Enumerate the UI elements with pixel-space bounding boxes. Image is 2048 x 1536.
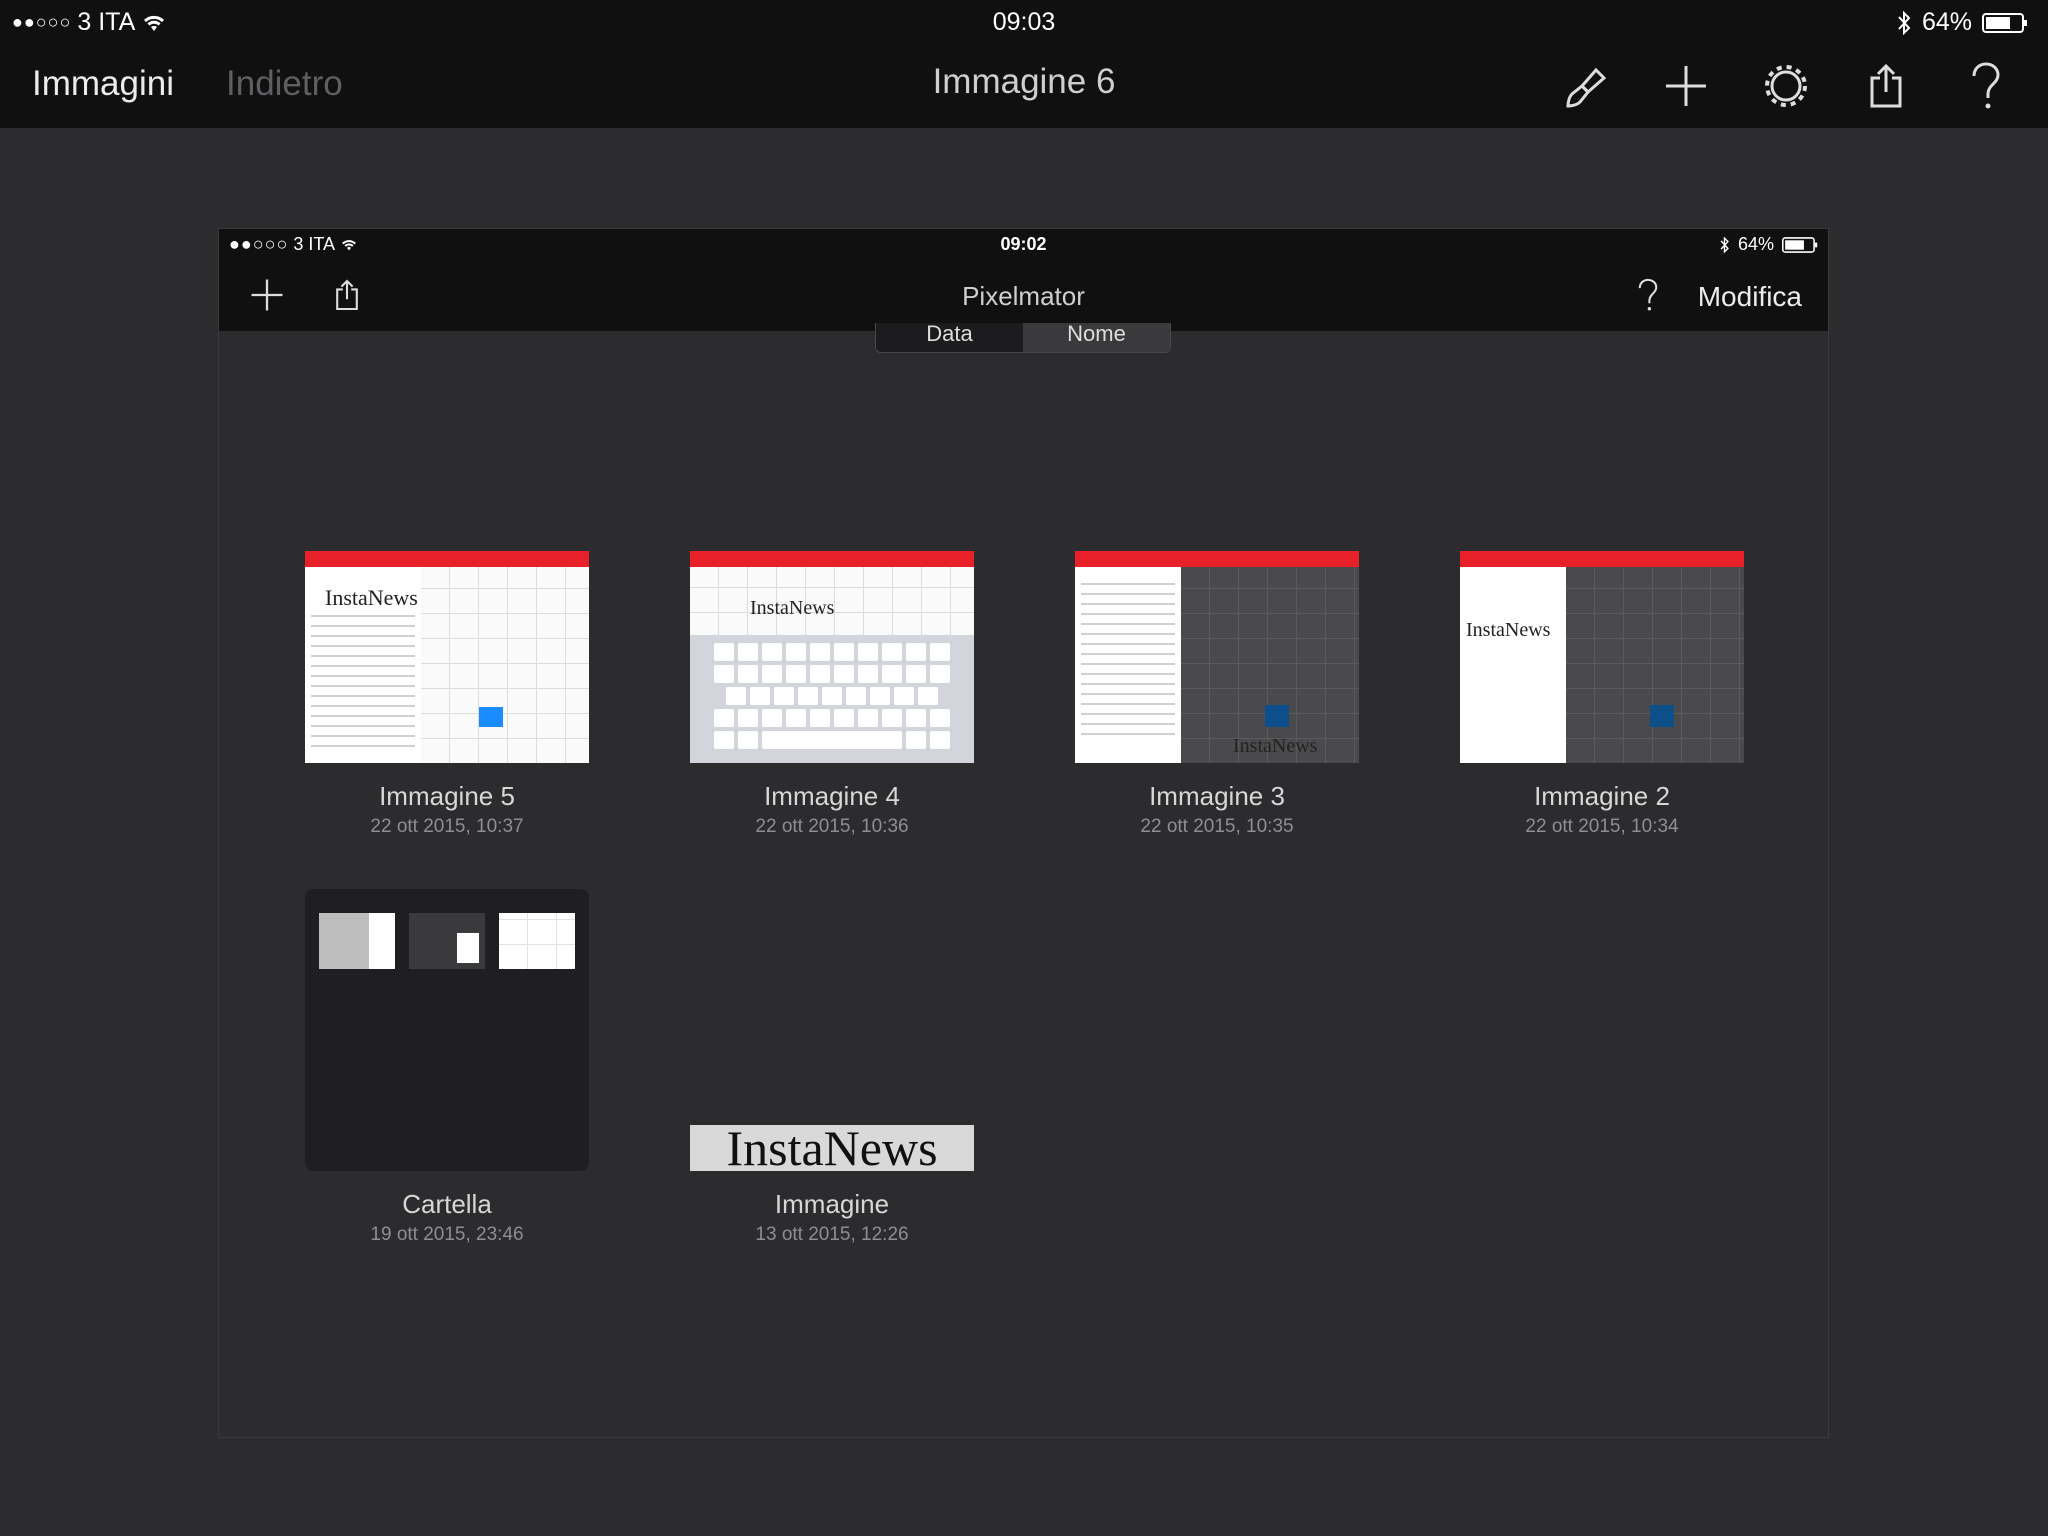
canvas-battery-icon [1782,236,1818,253]
share-icon [1870,63,1902,108]
folder-preview [409,913,485,969]
canvas-nav-bar: Pixelmator Modifica [219,259,1828,331]
image-canvas[interactable]: ●●○○○ 3 ITA 09:02 64% Pixelmator Modific… [218,228,1829,1438]
thumb-list [1460,567,1566,763]
item-name: Immagine 3 [1149,781,1285,811]
folder-thumbnail [305,889,589,1171]
folder-preview [499,913,575,969]
thumb-calendar [1566,567,1744,763]
share-button[interactable] [1858,58,1914,114]
item-date: 13 ott 2015, 12:26 [755,1224,909,1245]
item-date: 19 ott 2015, 23:46 [370,1224,524,1245]
gallery-item: InstaNews Immagine 4 22 ott 2015, 10:36 [690,551,974,838]
thumb-keyboard [690,635,974,763]
gallery-item: InstaNews Immagine 5 22 ott 2015, 10:37 [305,551,589,838]
canvas-title: Pixelmator [962,281,1085,311]
canvas-status-bar: ●●○○○ 3 ITA 09:02 64% [219,229,1828,259]
item-name: Immagine 4 [764,781,900,811]
bluetooth-icon [1898,10,1911,35]
thumbnail: InstaNews [305,551,589,763]
thumb-logo: InstaNews [325,585,418,610]
gallery-item: InstaNews Immagine 2 22 ott 2015, 10:34 [1460,551,1744,838]
thumb-header [305,551,589,567]
item-date: 22 ott 2015, 10:35 [1140,816,1294,837]
thumb-header [690,551,974,567]
thumbnail: InstaNews [690,1120,974,1176]
thumb-header [1460,551,1744,567]
item-name: Immagine [774,1189,890,1219]
item-date: 22 ott 2015, 10:34 [1525,816,1679,837]
thumb-settings-list [1075,567,1181,763]
brush-tools-button[interactable] [1558,58,1614,114]
clock: 09:03 [992,8,1056,36]
add-button[interactable] [1658,58,1714,114]
thumb-header [1075,551,1359,567]
thumbnail: InstaNews [1075,551,1359,763]
item-name: Cartella [402,1189,492,1219]
sort-segmented-control: Data Nome [875,323,1171,353]
sort-by-date: Data [876,323,1023,352]
gear-icon [1765,65,1807,107]
help-icon [1638,278,1658,311]
status-right: 64% [1896,8,2028,37]
help-icon [1972,62,2000,109]
thumbnail: InstaNews [690,551,974,763]
canvas-bluetooth-icon [1720,235,1729,254]
canvas-help-button [1626,273,1670,317]
folder-preview [319,913,395,969]
settings-button[interactable] [1758,58,1814,114]
item-name: Immagine 2 [1534,781,1670,811]
battery-percent: 64% [1921,8,1972,36]
item-date: 22 ott 2015, 10:37 [370,816,524,837]
sort-by-name: Nome [1023,323,1170,352]
canvas-clock: 09:02 [1000,234,1047,254]
toolbar [1558,58,2014,114]
gallery-folder: Cartella 19 ott 2015, 23:46 [305,889,589,1246]
item-name: Immagine 5 [379,781,515,811]
brush-icon [1566,67,1607,108]
canvas-status-right: 64% [1719,234,1818,255]
canvas-edit-button: Modifica [1697,281,1802,312]
nav-bar: Immagini Indietro Immagine 6 [0,42,2048,128]
item-date: 22 ott 2015, 10:36 [755,816,909,837]
thumb-logo: InstaNews [1466,619,1551,641]
thumbnail: InstaNews [1460,551,1744,763]
thumb-calendar [1181,567,1359,763]
thumb-logo: InstaNews [1233,735,1318,757]
thumb-calendar [421,567,589,763]
status-bar: ●●○○○ 3 ITA 09:03 64% [0,0,2048,42]
canvas-battery-percent: 64% [1737,234,1774,254]
thumb-logo: InstaNews [726,1120,938,1176]
plus-icon [1666,66,1706,106]
gallery-item: InstaNews Immagine 3 22 ott 2015, 10:35 [1075,551,1359,838]
help-button[interactable] [1958,58,2014,114]
thumb-logo: InstaNews [750,597,835,619]
battery-icon [1982,12,2027,33]
gallery-item: InstaNews Immagine 13 ott 2015, 12:26 [690,889,974,1246]
